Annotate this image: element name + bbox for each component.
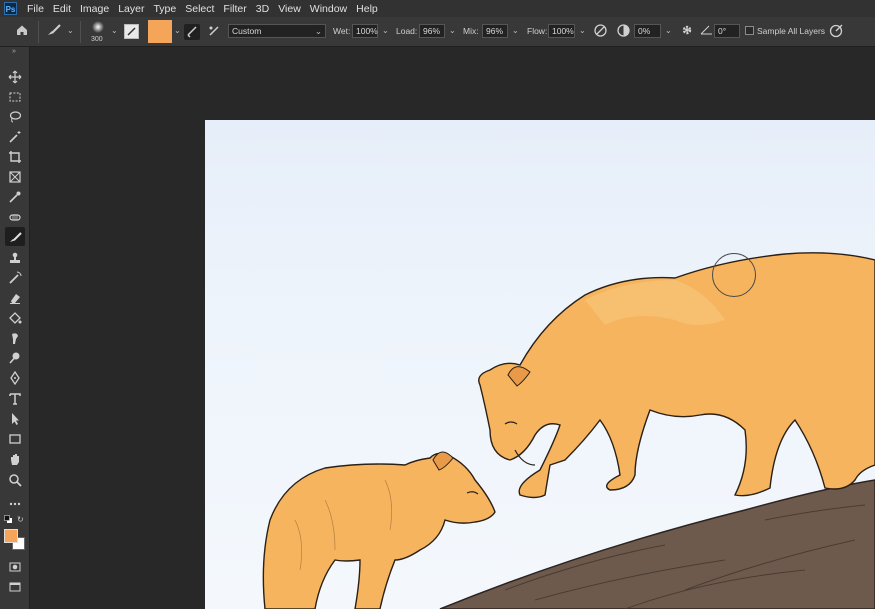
menu-help[interactable]: Help [352, 3, 383, 15]
load-input[interactable]: 96% [419, 24, 445, 38]
options-bar: ⌄ 300 ⌄ ⌄ Custom ⌄ Wet: 100% ⌄ Load: 96%… [0, 17, 875, 47]
angle-value: 0° [718, 26, 727, 36]
hand-tool-icon[interactable] [5, 449, 25, 468]
flow-value: 100% [552, 26, 574, 36]
marquee-tool-icon[interactable] [5, 87, 25, 106]
rectangle-tool-icon[interactable] [5, 429, 25, 448]
dodge-tool-icon[interactable] [5, 348, 25, 367]
mix-caret-icon[interactable]: ⌄ [512, 26, 519, 35]
menu-layer[interactable]: Layer [114, 3, 149, 15]
swap-colors-icon[interactable]: ↻ [17, 515, 26, 524]
load-caret-icon[interactable]: ⌄ [449, 26, 456, 35]
menu-image[interactable]: Image [76, 3, 114, 15]
brush-cursor [712, 253, 756, 297]
artwork [262, 252, 875, 609]
eraser-tool-icon[interactable] [5, 288, 25, 307]
spot-healing-tool-icon[interactable] [5, 207, 25, 226]
mix-input[interactable]: 96% [482, 24, 508, 38]
sample-all-layers-checkbox[interactable] [745, 26, 754, 35]
wet-label: Wet: [333, 26, 351, 36]
airbrush-icon[interactable] [592, 23, 608, 41]
smoothing-value: 0% [638, 26, 651, 36]
wet-caret-icon[interactable]: ⌄ [382, 26, 389, 35]
swatch-caret-icon[interactable]: ⌄ [174, 26, 181, 35]
paint-bucket-tool-icon[interactable] [5, 308, 25, 327]
angle-input[interactable]: 0° [714, 24, 740, 38]
flow-label: Flow: [527, 26, 548, 36]
zoom-tool-icon[interactable] [5, 470, 25, 489]
menu-select[interactable]: Select [181, 3, 219, 15]
preset-picker-caret-icon[interactable]: ⌄ [67, 26, 74, 35]
brush-tip-preview[interactable] [88, 20, 108, 36]
gear-icon[interactable] [679, 23, 695, 40]
home-icon[interactable] [14, 23, 30, 40]
wet-value: 100% [356, 26, 378, 36]
brush-combination-value: Custom [232, 26, 262, 36]
default-colors-icon[interactable] [4, 515, 13, 524]
type-tool-icon[interactable] [5, 389, 25, 408]
foreground-color-swatch[interactable] [4, 529, 18, 543]
separator [38, 21, 39, 43]
clean-brush-icon[interactable] [206, 24, 222, 41]
tools-panel: » ↻ [0, 47, 30, 609]
mix-value: 96% [486, 26, 504, 36]
smoothing-icon[interactable] [615, 23, 631, 41]
brush-combination-select[interactable]: Custom ⌄ [228, 24, 326, 38]
flow-caret-icon[interactable]: ⌄ [579, 26, 586, 35]
mix-label: Mix: [463, 26, 479, 36]
magic-wand-tool-icon[interactable] [5, 127, 25, 146]
canvas-workspace[interactable] [30, 47, 875, 609]
menu-3d[interactable]: 3D [252, 3, 274, 15]
current-brush-load-swatch[interactable] [148, 20, 172, 43]
load-value: 96% [423, 26, 441, 36]
smudge-tool-icon[interactable] [5, 328, 25, 347]
smoothing-caret-icon[interactable]: ⌄ [665, 26, 672, 35]
chevron-down-icon: ⌄ [314, 26, 322, 36]
brush-size-label: 300 [91, 36, 103, 43]
mixer-brush-preset-icon[interactable] [45, 23, 63, 40]
brush-settings-panel-icon[interactable] [124, 24, 139, 39]
pen-tool-icon[interactable] [5, 368, 25, 387]
move-tool-icon[interactable] [5, 67, 25, 86]
screen-mode-icon[interactable] [5, 577, 25, 596]
crop-tool-icon[interactable] [5, 147, 25, 166]
menu-type[interactable]: Type [149, 3, 181, 15]
menu-view[interactable]: View [274, 3, 306, 15]
smoothing-input[interactable]: 0% [634, 24, 661, 38]
lasso-tool-icon[interactable] [5, 107, 25, 126]
clone-stamp-tool-icon[interactable] [5, 248, 25, 267]
menu-file[interactable]: File [23, 3, 49, 15]
pressure-size-icon[interactable] [828, 23, 844, 41]
menu-window[interactable]: Window [306, 3, 352, 15]
mixer-brush-tool-icon[interactable] [5, 227, 25, 246]
menu-edit[interactable]: Edit [49, 3, 76, 15]
brush-picker-caret-icon[interactable]: ⌄ [111, 26, 118, 35]
path-selection-tool-icon[interactable] [5, 409, 25, 428]
wet-input[interactable]: 100% [352, 24, 378, 38]
frame-tool-icon[interactable] [5, 167, 25, 186]
document-canvas[interactable] [205, 120, 875, 609]
quick-mask-icon[interactable] [5, 557, 25, 576]
separator [80, 21, 81, 43]
angle-icon [699, 23, 713, 39]
photoshop-logo: Ps [4, 2, 17, 15]
menu-bar: Ps File Edit Image Layer Type Select Fil… [0, 0, 875, 17]
history-brush-tool-icon[interactable] [5, 268, 25, 287]
sample-all-layers-label: Sample All Layers [757, 26, 826, 36]
menu-filter[interactable]: Filter [219, 3, 251, 15]
load-brush-icon[interactable] [184, 24, 200, 40]
more-tools-icon[interactable] [5, 494, 25, 513]
load-label: Load: [396, 26, 418, 36]
eyedropper-tool-icon[interactable] [5, 187, 25, 206]
collapse-panel-icon[interactable]: » [12, 48, 16, 55]
lion-cub [262, 452, 496, 609]
flow-input[interactable]: 100% [548, 24, 575, 38]
